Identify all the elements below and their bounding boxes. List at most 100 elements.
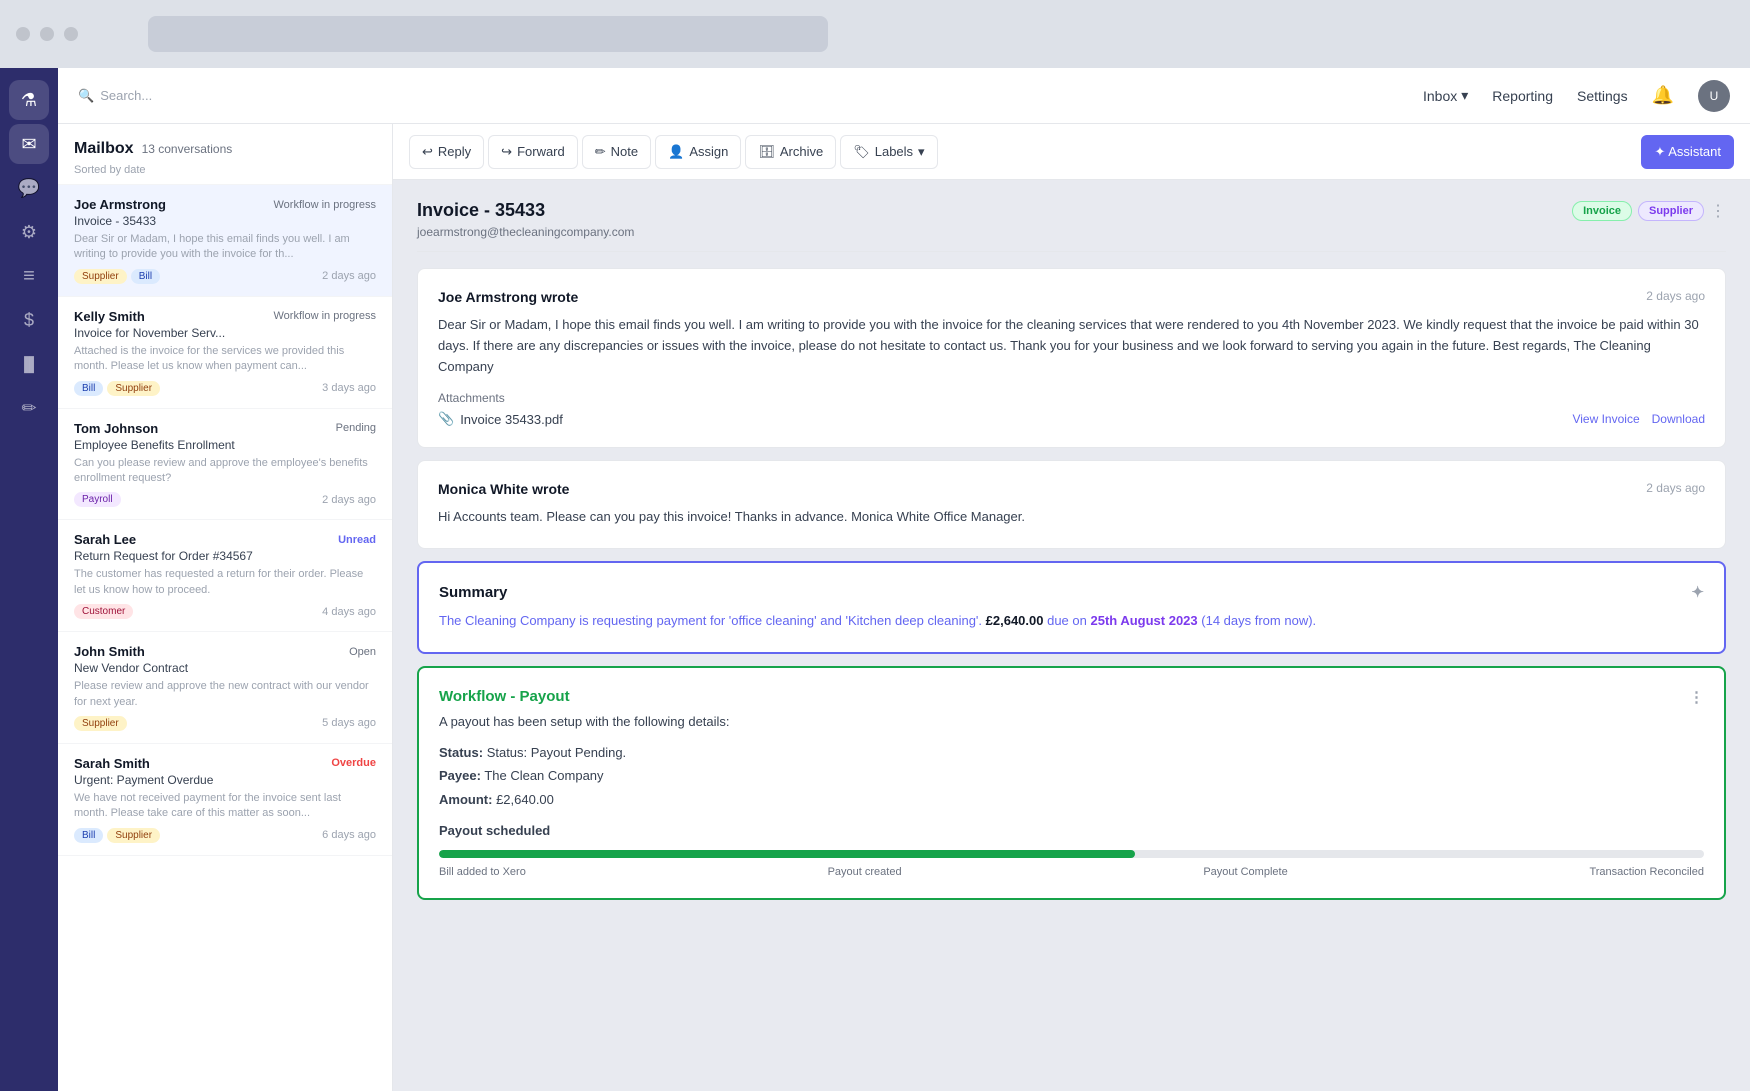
labels-button[interactable]: 🏷 Labels ▾ [840, 135, 937, 169]
conv-tags: Customer [74, 604, 133, 619]
tag-bill: Bill [74, 828, 103, 843]
conversation-item[interactable]: Joe Armstrong Workflow in progress Invoi… [58, 185, 392, 297]
conv-subject: Return Request for Order #34567 [74, 549, 376, 563]
conv-name: John Smith [74, 644, 145, 659]
sorted-label: Sorted by date [74, 164, 376, 176]
email-title: Invoice - 35433 [417, 200, 545, 221]
nav-inbox-label: Inbox [1423, 88, 1457, 104]
conversation-item[interactable]: Tom Johnson Pending Employee Benefits En… [58, 409, 392, 521]
sidebar-icon-inbox[interactable]: ✉ [9, 124, 49, 164]
top-bar-search [148, 16, 828, 52]
tag-supplier: Supplier [74, 716, 127, 731]
assistant-button[interactable]: ✦ Assistant [1641, 135, 1734, 169]
app-header: 🔍 Search... [58, 68, 393, 124]
note-label: Note [611, 144, 638, 159]
conv-time: 2 days ago [322, 494, 376, 506]
app-header-right: Inbox ▾ Reporting Settings 🔔 U [393, 68, 1750, 124]
conv-time: 3 days ago [322, 382, 376, 394]
conversation-item[interactable]: Kelly Smith Workflow in progress Invoice… [58, 297, 392, 409]
conv-tags: Supplier Bill [74, 269, 160, 284]
reply-button[interactable]: ↩ Reply [409, 135, 484, 169]
message-header-1: Joe Armstrong wrote 2 days ago [438, 289, 1705, 305]
mailbox-count: 13 conversations [142, 142, 233, 156]
sidebar: ⚗ ✉ 💬 ⚙ ≡ $ ▐▌ ✏ [0, 68, 58, 1091]
workflow-card: Workflow - Payout ⋮ A payout has been se… [417, 666, 1726, 900]
reply-label: Reply [438, 144, 471, 159]
view-invoice-link[interactable]: View Invoice [1572, 412, 1639, 426]
conv-time: 6 days ago [322, 829, 376, 841]
archive-button[interactable]: 🗄 Archive [745, 135, 836, 169]
top-bar [0, 0, 1750, 68]
conv-status: Workflow in progress [274, 310, 377, 322]
conv-status-unread: Unread [338, 534, 376, 546]
badge-invoice: Invoice [1572, 201, 1632, 221]
conversation-item[interactable]: Sarah Smith Overdue Urgent: Payment Over… [58, 744, 392, 856]
message-card-1: Joe Armstrong wrote 2 days ago Dear Sir … [417, 268, 1726, 448]
mailbox-title-text: Mailbox [74, 140, 134, 158]
author-name-2: Monica White [438, 481, 528, 497]
right-panel: Inbox ▾ Reporting Settings 🔔 U ↩ Reply ↪… [393, 68, 1750, 1091]
workflow-more-icon[interactable]: ⋮ [1689, 688, 1704, 706]
sidebar-icon-chat[interactable]: 💬 [9, 168, 49, 208]
sidebar-icon-settings[interactable]: ⚙ [9, 212, 49, 252]
search-area[interactable]: 🔍 Search... [78, 88, 373, 104]
sparkle-icon: ✦ [1691, 583, 1704, 601]
note-button[interactable]: ✏ Note [582, 135, 651, 169]
conv-subject: Employee Benefits Enrollment [74, 438, 376, 452]
sidebar-icon-dollar[interactable]: $ [9, 300, 49, 340]
main-layout: ⚗ ✉ 💬 ⚙ ≡ $ ▐▌ ✏ 🔍 Search... Mailbox 13 … [0, 68, 1750, 1091]
inbox-chevron-icon: ▾ [1461, 87, 1468, 104]
conv-name: Joe Armstrong [74, 197, 166, 212]
sidebar-icon-list[interactable]: ≡ [9, 256, 49, 296]
archive-icon: 🗄 [758, 144, 775, 160]
conv-preview: Can you please review and approve the em… [74, 456, 376, 487]
conv-name: Kelly Smith [74, 309, 145, 324]
message-author-1: Joe Armstrong wrote [438, 289, 578, 305]
assign-icon: 👤 [668, 144, 684, 160]
conv-status: Workflow in progress [274, 199, 377, 211]
progress-step-3: Payout Complete [1203, 866, 1287, 878]
label-icon: 🏷 [853, 144, 870, 160]
tag-supplier: Supplier [107, 828, 160, 843]
summary-text-before: The Cleaning Company is requesting payme… [439, 613, 986, 628]
labels-chevron-icon: ▾ [918, 144, 925, 160]
conv-subject: Invoice for November Serv... [74, 326, 376, 340]
conversation-item[interactable]: Sarah Lee Unread Return Request for Orde… [58, 520, 392, 632]
sidebar-icon-edit[interactable]: ✏ [9, 388, 49, 428]
nav-reporting[interactable]: Reporting [1492, 88, 1553, 104]
summary-text: The Cleaning Company is requesting payme… [439, 611, 1704, 632]
sidebar-icon-flask[interactable]: ⚗ [9, 80, 49, 120]
summary-date: 25th August 2023 [1090, 613, 1197, 628]
forward-label: Forward [517, 144, 565, 159]
progress-step-2: Payout created [828, 866, 902, 878]
payee-label: Payee: [439, 768, 481, 783]
assign-button[interactable]: 👤 Assign [655, 135, 741, 169]
more-options-icon[interactable]: ⋮ [1710, 201, 1726, 221]
notification-bell[interactable]: 🔔 [1652, 85, 1674, 106]
email-header: Invoice - 35433 Invoice Supplier ⋮ joear… [417, 200, 1726, 252]
conv-tags: Bill Supplier [74, 828, 160, 843]
summary-title: Summary ✦ [439, 583, 1704, 601]
nav-inbox[interactable]: Inbox ▾ [1423, 87, 1468, 104]
tag-supplier: Supplier [107, 381, 160, 396]
attachments-label: Attachments [438, 391, 1705, 405]
email-toolbar: ↩ Reply ↪ Forward ✏ Note 👤 Assign 🗄 Arch… [393, 124, 1750, 180]
conversation-item[interactable]: John Smith Open New Vendor Contract Plea… [58, 632, 392, 744]
sidebar-icon-chart[interactable]: ▐▌ [9, 344, 49, 384]
conv-name: Sarah Lee [74, 532, 136, 547]
author-verb-1: wrote [541, 289, 578, 305]
labels-label: Labels [875, 144, 913, 159]
progress-step-1: Bill added to Xero [439, 866, 526, 878]
reply-icon: ↩ [422, 144, 433, 160]
download-link[interactable]: Download [1652, 412, 1705, 426]
workflow-title: Workflow - Payout ⋮ [439, 688, 1704, 706]
forward-button[interactable]: ↪ Forward [488, 135, 578, 169]
user-avatar[interactable]: U [1698, 80, 1730, 112]
conversation-list: Joe Armstrong Workflow in progress Invoi… [58, 185, 392, 1091]
conv-subject: Urgent: Payment Overdue [74, 773, 376, 787]
conv-preview: Please review and approve the new contra… [74, 679, 376, 710]
badge-supplier: Supplier [1638, 201, 1704, 221]
nav-settings[interactable]: Settings [1577, 88, 1628, 104]
payee-value: The Clean Company [484, 768, 603, 783]
message-time-1: 2 days ago [1646, 289, 1705, 305]
